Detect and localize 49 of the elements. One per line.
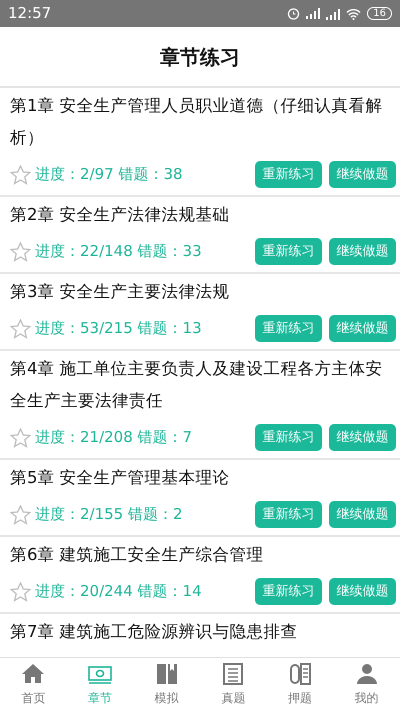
nav-tab[interactable]: 押题 [270,662,330,707]
progress-text: 进度：53/215 错题：13 [35,318,202,340]
progress-text: 进度：2/155 错题：2 [35,504,183,526]
progress-text: 进度：2/97 错题：38 [35,164,183,186]
progress-text: 进度：22/148 错题：33 [35,241,202,262]
progress-text: 进度：21/208 错题：7 [35,427,192,448]
chapter-title: 第6章 建筑施工安全生产综合管理 [10,544,265,566]
alarm-icon [287,7,300,20]
chapter-title: 第3章 安全生产主要法律法规 [10,281,231,303]
clock-time: 12:57 [8,3,52,24]
continue-button[interactable]: 继续做题 [329,501,396,528]
signal-icon [326,8,340,20]
nav-tab[interactable]: 真题 [203,662,264,707]
restart-button[interactable]: 重新练习 [255,238,322,265]
nav-tab[interactable]: 模拟 [136,662,197,707]
continue-button[interactable]: 继续做题 [329,238,396,265]
star-icon[interactable] [10,242,31,262]
progress-text: 进度：20/244 错题：14 [35,581,202,602]
continue-button[interactable]: 继续做题 [329,161,396,188]
restart-button[interactable]: 重新练习 [255,578,322,605]
chapter-title: 第7章 建筑施工危险源辨识与隐患排查 [10,621,299,643]
nav-tab[interactable]: 章节 [70,662,130,707]
star-icon[interactable] [10,504,31,524]
chapter-title: 第1章 安全生产管理人员职业道德（仔细认真看解析） [10,95,384,149]
continue-button[interactable]: 继续做题 [329,424,396,451]
restart-button[interactable]: 重新练习 [255,315,322,342]
star-icon[interactable] [10,318,31,338]
book-icon [154,662,179,686]
signal-icon [306,8,320,19]
star-icon[interactable] [10,582,31,602]
star-icon[interactable] [10,164,31,184]
notes-icon [288,662,312,686]
restart-button[interactable]: 重新练习 [255,501,322,528]
wifi-icon [346,8,362,20]
chapter-title: 第2章 安全生产法律法规基础 [10,204,231,226]
continue-button[interactable]: 继续做题 [329,315,396,342]
page-title: 章节练习 [160,44,240,70]
chapter-title: 第5章 安全生产管理基本理论 [10,467,231,489]
nav-tab[interactable]: 我的 [336,662,397,707]
restart-button[interactable]: 重新练习 [255,161,322,188]
continue-button[interactable]: 继续做题 [329,578,396,605]
restart-button[interactable]: 重新练习 [255,424,322,451]
nav-tab[interactable]: 首页 [3,662,64,707]
chapter-title: 第4章 施工单位主要负责人及建设工程各方主体安全生产主要法律责任 [10,358,384,412]
battery-level: 16 [367,7,392,20]
person-icon [354,662,379,686]
home-icon [21,662,46,686]
star-icon[interactable] [10,428,31,448]
document-icon [221,662,246,686]
